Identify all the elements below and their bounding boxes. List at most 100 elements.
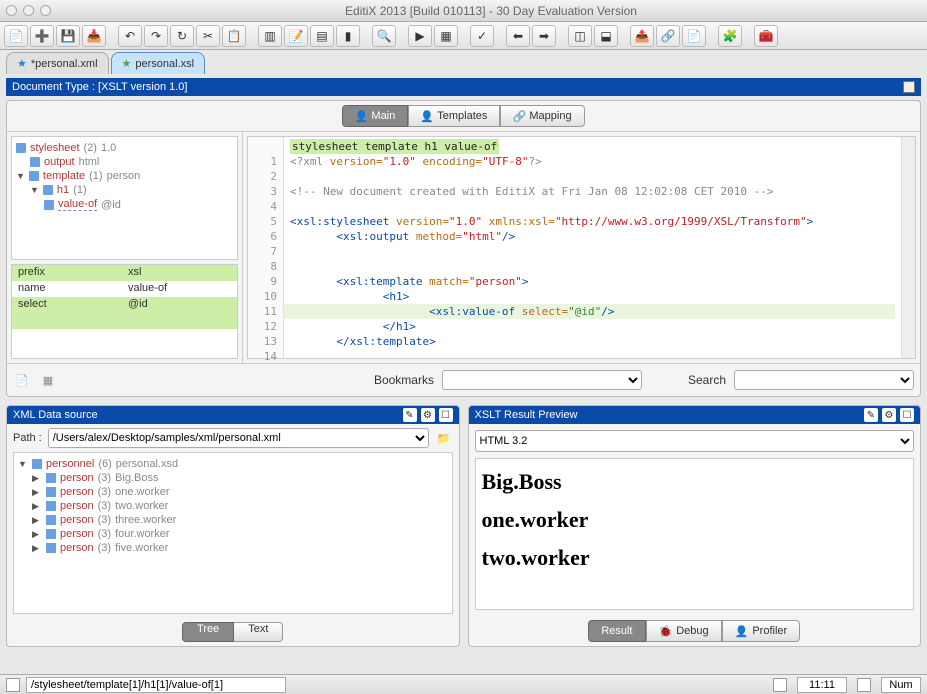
forward-button[interactable]: ➡ xyxy=(532,25,556,47)
close-window-button[interactable] xyxy=(6,5,17,16)
paste-button[interactable]: 📋 xyxy=(222,25,246,47)
gear-icon[interactable]: ⚙ xyxy=(421,408,435,422)
minimize-window-button[interactable] xyxy=(23,5,34,16)
status-box[interactable] xyxy=(773,678,787,692)
view1-button[interactable]: ▥ xyxy=(258,25,282,47)
outline-node[interactable]: value-of xyxy=(58,198,97,211)
bookmarks-label: Bookmarks xyxy=(374,373,434,387)
list-item[interactable]: ▶ person (3) four.worker xyxy=(18,527,448,541)
expand-arrow-icon[interactable]: ▶ xyxy=(32,529,42,540)
xml-data-source-panel: XML Data source ✎ ⚙ ☐ Path : /Users/alex… xyxy=(6,405,460,647)
status-toggle[interactable] xyxy=(6,678,20,692)
maximize-icon[interactable]: ☐ xyxy=(439,408,453,422)
run-button[interactable]: ▶ xyxy=(408,25,432,47)
bookmarks-combo[interactable] xyxy=(442,370,642,390)
file-tab-personal-xml[interactable]: ★ *personal.xml xyxy=(6,52,109,74)
expand-arrow-icon[interactable]: ▶ xyxy=(32,543,42,554)
view2-button[interactable]: 📝 xyxy=(284,25,308,47)
status-box[interactable] xyxy=(857,678,871,692)
code-content[interactable]: stylesheet template h1 value-of <?xml ve… xyxy=(284,137,901,358)
expand-arrow-icon[interactable]: ▼ xyxy=(16,171,25,181)
list-item[interactable]: ▶ person (3) one.worker xyxy=(18,485,448,499)
xpath-field[interactable] xyxy=(26,677,286,693)
gear-icon[interactable]: ⚙ xyxy=(882,408,896,422)
view3-button[interactable]: ▤ xyxy=(310,25,334,47)
list-item[interactable]: ▶ person (3) Big.Boss xyxy=(18,471,448,485)
bug-icon: 🐞 xyxy=(659,625,673,638)
expand-arrow-icon[interactable]: ▶ xyxy=(32,501,42,512)
prop-key: select xyxy=(12,297,122,313)
view4-button[interactable]: ▮ xyxy=(336,25,360,47)
outline-node[interactable]: output xyxy=(44,156,75,168)
expand-arrow-icon[interactable]: ▼ xyxy=(18,459,28,469)
new-file-button[interactable]: 📄 xyxy=(4,25,28,47)
find-button[interactable]: 🔍 xyxy=(372,25,396,47)
outline-tree[interactable]: stylesheet (2) 1.0 output html ▼ templat… xyxy=(11,136,238,260)
debug-button[interactable]: 🐞Debug xyxy=(646,620,722,642)
back-button[interactable]: ⬅ xyxy=(506,25,530,47)
save-button[interactable]: 💾 xyxy=(56,25,80,47)
expand-arrow-icon[interactable]: ▶ xyxy=(32,515,42,526)
split-h-button[interactable]: ◫ xyxy=(568,25,592,47)
redo2-button[interactable]: ↻ xyxy=(170,25,194,47)
expand-arrow-icon[interactable]: ▼ xyxy=(30,185,39,195)
search-combo[interactable] xyxy=(734,370,914,390)
expand-arrow-icon[interactable]: ▶ xyxy=(32,487,42,498)
path-combo[interactable]: /Users/alex/Desktop/samples/xml/personal… xyxy=(48,428,429,448)
undo-button[interactable]: ↶ xyxy=(118,25,142,47)
panel-title: XSLT Result Preview xyxy=(475,409,578,421)
grid-button[interactable]: ▦ xyxy=(434,25,458,47)
node-icon xyxy=(44,200,54,210)
outline-node[interactable]: stylesheet xyxy=(30,142,80,154)
table-row[interactable]: namevalue-of xyxy=(12,281,237,297)
list-item[interactable]: ▼ personnel (6) personal.xsd xyxy=(18,457,448,471)
mode-field[interactable] xyxy=(881,677,921,693)
properties-table[interactable]: prefixxsl namevalue-of select@id xyxy=(11,264,238,359)
cursor-position-field[interactable] xyxy=(797,677,847,693)
breadcrumb[interactable]: stylesheet template h1 value-of xyxy=(290,139,499,154)
file-tab-personal-xsl[interactable]: ★ personal.xsl xyxy=(111,52,206,74)
list-item[interactable]: ▶ person (3) three.worker xyxy=(18,513,448,527)
outline-node[interactable]: h1 xyxy=(57,184,69,196)
outline-node[interactable]: template xyxy=(43,170,85,182)
tab-templates[interactable]: 👤 Templates xyxy=(408,105,500,127)
redo-button[interactable]: ↷ xyxy=(144,25,168,47)
code-editor[interactable]: 1234567891011121314 stylesheet template … xyxy=(247,136,916,359)
doc-type-bar: Document Type : [XSLT version 1.0] xyxy=(6,78,921,96)
tab-main[interactable]: 👤 Main xyxy=(342,105,408,127)
profiler-button[interactable]: 👤Profiler xyxy=(722,620,801,642)
wand-icon[interactable]: ✎ xyxy=(403,408,417,422)
doc-type-toggle[interactable] xyxy=(903,81,915,93)
vertical-scrollbar[interactable] xyxy=(901,137,915,358)
wand-icon[interactable]: ✎ xyxy=(864,408,878,422)
tab-mapping[interactable]: 🔗 Mapping xyxy=(500,105,584,127)
html-version-combo[interactable]: HTML 3.2 xyxy=(475,430,915,452)
page-icon[interactable]: 📄 xyxy=(13,371,31,389)
zoom-window-button[interactable] xyxy=(40,5,51,16)
split-v-button[interactable]: ⬓ xyxy=(594,25,618,47)
outline-column: stylesheet (2) 1.0 output html ▼ templat… xyxy=(7,132,243,363)
list-item[interactable]: ▶ person (3) five.worker xyxy=(18,541,448,555)
text-button[interactable]: Text xyxy=(234,622,283,642)
export-button[interactable]: 📤 xyxy=(630,25,654,47)
save-all-button[interactable]: 📥 xyxy=(82,25,106,47)
folder-icon[interactable]: 📁 xyxy=(435,429,453,447)
list-item[interactable]: ▶ person (3) two.worker xyxy=(18,499,448,513)
maximize-icon[interactable]: ☐ xyxy=(900,408,914,422)
table-row[interactable]: select@id xyxy=(12,297,237,313)
app-button[interactable]: 🧩 xyxy=(718,25,742,47)
grid-icon[interactable]: ▦ xyxy=(39,371,57,389)
data-source-tree[interactable]: ▼ personnel (6) personal.xsd▶ person (3)… xyxy=(13,452,453,614)
table-row[interactable]: prefixxsl xyxy=(12,265,237,281)
doc-type-label: Document Type : [XSLT version 1.0] xyxy=(12,81,187,93)
cut-button[interactable]: ✂ xyxy=(196,25,220,47)
tools-button[interactable]: 🧰 xyxy=(754,25,778,47)
tree-button[interactable]: Tree xyxy=(182,622,234,642)
result-button[interactable]: Result xyxy=(588,620,645,642)
add-file-button[interactable]: ➕ xyxy=(30,25,54,47)
expand-arrow-icon[interactable]: ▶ xyxy=(32,473,42,484)
person-icon: 👤 xyxy=(421,110,433,122)
doc-button[interactable]: 📄 xyxy=(682,25,706,47)
validate-button[interactable]: ✓ xyxy=(470,25,494,47)
link-button[interactable]: 🔗 xyxy=(656,25,680,47)
